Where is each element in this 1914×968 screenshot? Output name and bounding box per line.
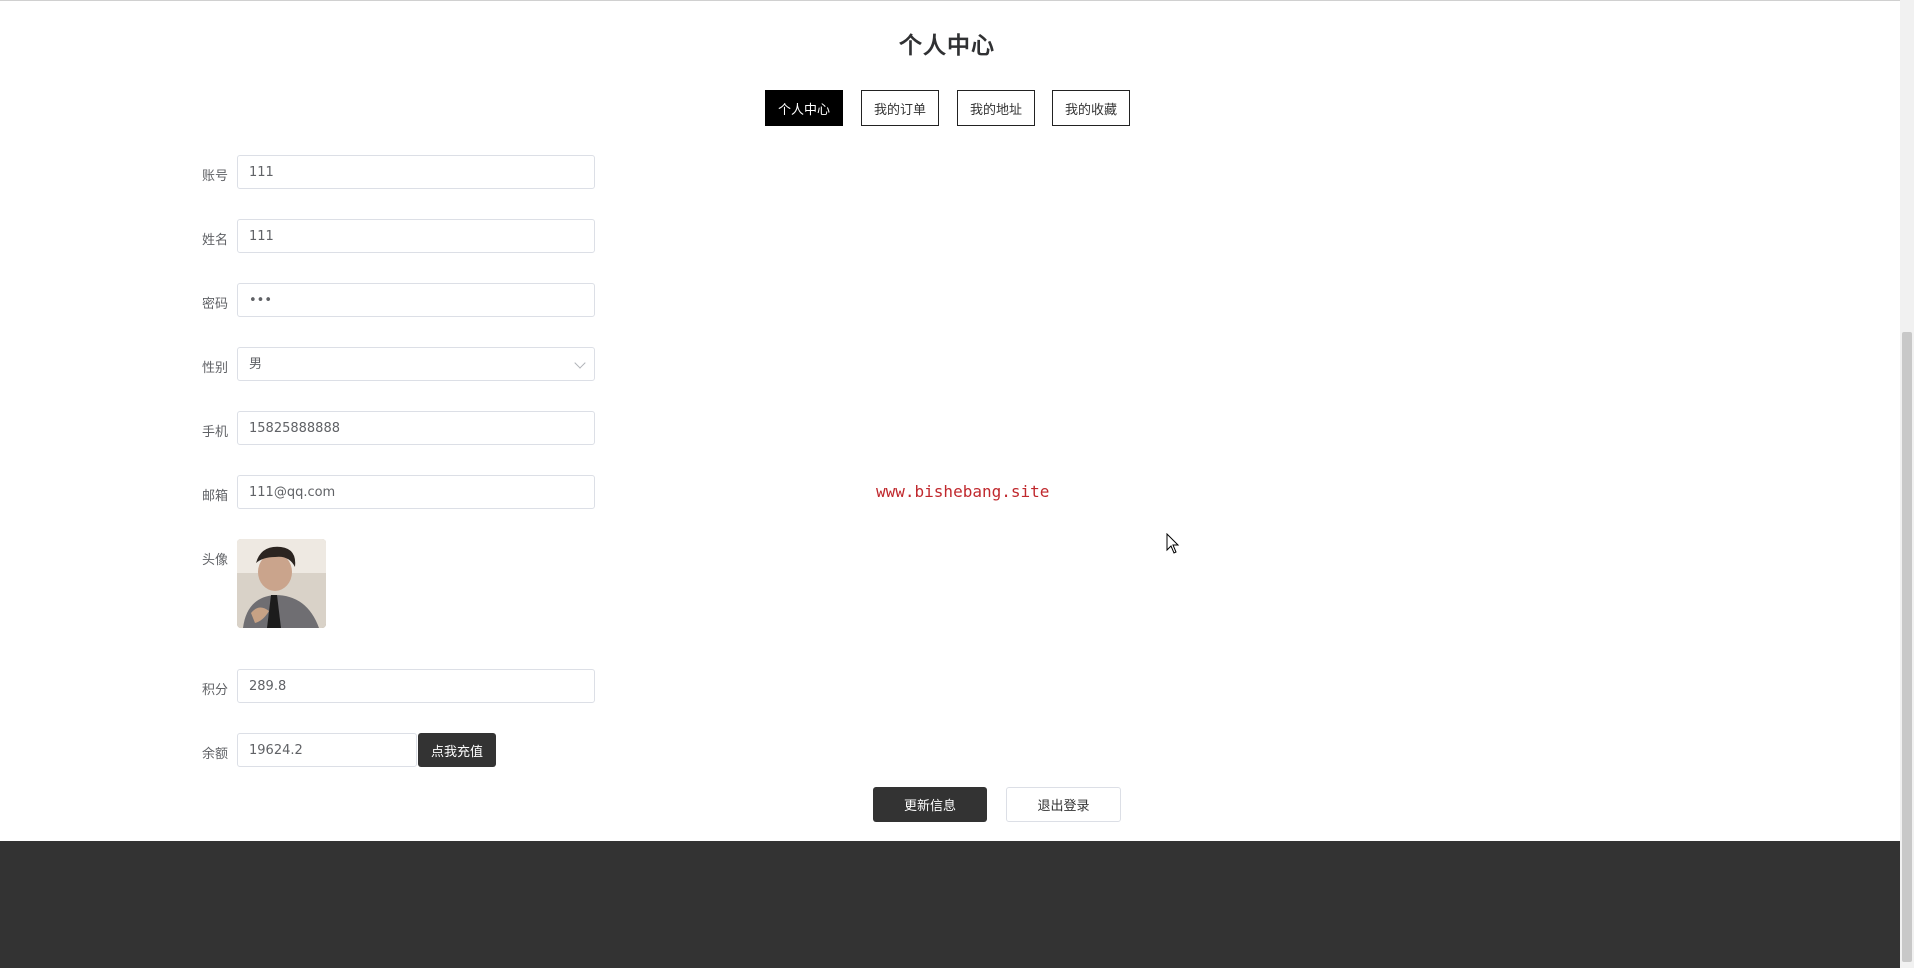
gender-label: 性别 bbox=[201, 361, 228, 376]
logout-button[interactable]: 退出登录 bbox=[1006, 787, 1121, 822]
password-input[interactable]: ••• bbox=[237, 283, 595, 317]
phone-input[interactable]: 15825888888 bbox=[237, 411, 595, 445]
footer bbox=[0, 841, 1900, 968]
account-label: 账号 bbox=[201, 169, 228, 184]
scrollbar-thumb[interactable] bbox=[1902, 332, 1912, 962]
recharge-button[interactable]: 点我充值 bbox=[418, 733, 496, 767]
points-label: 积分 bbox=[201, 683, 228, 698]
tab-addresses[interactable]: 我的地址 bbox=[957, 90, 1035, 126]
page-title: 个人中心 bbox=[899, 33, 995, 59]
watermark-text: www.bishebang.site bbox=[876, 482, 1050, 501]
balance-label: 余额 bbox=[201, 747, 228, 762]
vertical-scrollbar[interactable] bbox=[1900, 0, 1914, 968]
gender-value: 男 bbox=[249, 357, 263, 372]
top-divider bbox=[0, 0, 1900, 1]
chevron-down-icon bbox=[574, 357, 586, 369]
email-label: 邮箱 bbox=[201, 489, 228, 504]
name-label: 姓名 bbox=[201, 233, 228, 248]
email-input[interactable]: 111@qq.com bbox=[237, 475, 595, 509]
tab-favorites[interactable]: 我的收藏 bbox=[1052, 90, 1130, 126]
avatar-photo-icon bbox=[237, 539, 326, 628]
phone-label: 手机 bbox=[201, 425, 228, 440]
password-label: 密码 bbox=[201, 297, 228, 312]
name-input[interactable]: 111 bbox=[237, 219, 595, 253]
avatar-image[interactable] bbox=[237, 539, 326, 628]
update-info-button[interactable]: 更新信息 bbox=[873, 787, 987, 822]
tab-orders[interactable]: 我的订单 bbox=[861, 90, 939, 126]
mouse-cursor-icon bbox=[1166, 533, 1180, 554]
account-input[interactable]: 111 bbox=[237, 155, 595, 189]
balance-input[interactable]: 19624.2 bbox=[237, 733, 417, 767]
points-input[interactable]: 289.8 bbox=[237, 669, 595, 703]
avatar-label: 头像 bbox=[201, 553, 228, 568]
gender-select[interactable]: 男 bbox=[237, 347, 595, 381]
tab-profile[interactable]: 个人中心 bbox=[765, 90, 843, 126]
